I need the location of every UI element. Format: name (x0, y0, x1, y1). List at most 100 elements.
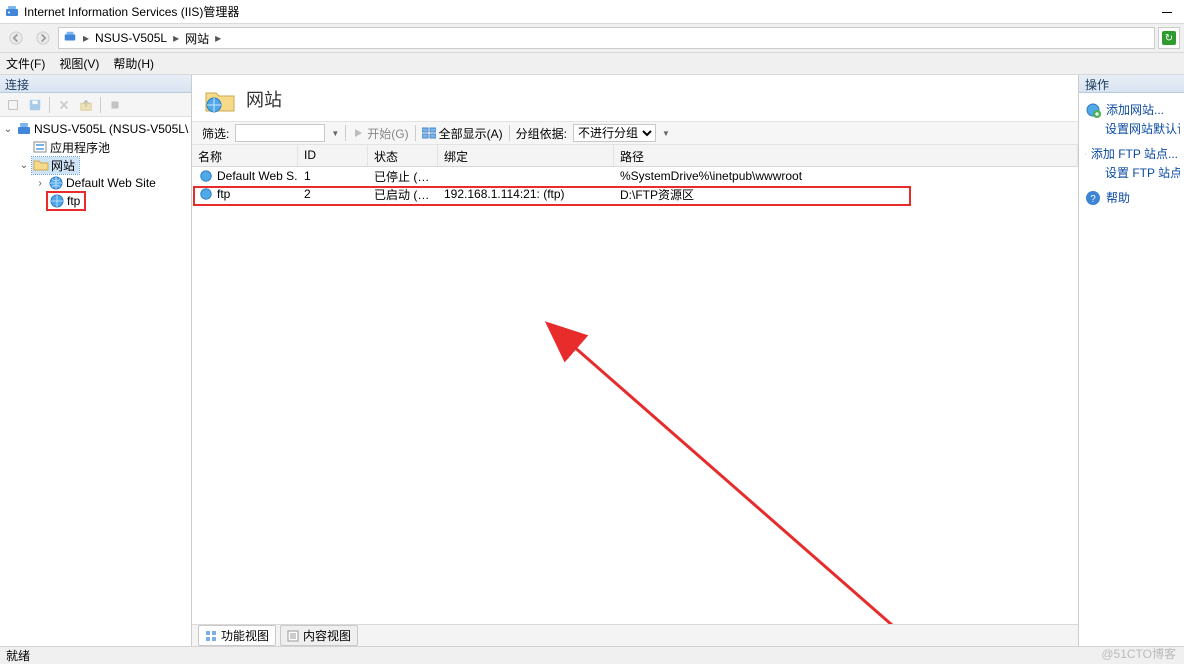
connections-tree[interactable]: ⌄ NSUS-V505L (NSUS-V505L\ 应用程序池 ⌄ (0, 117, 191, 646)
menu-bar: 文件(F) 视图(V) 帮助(H) (0, 53, 1184, 75)
cell-id: 1 (298, 169, 368, 183)
bottom-tabs: 功能视图 内容视图 (192, 624, 1078, 646)
action-add-ftp[interactable]: 添加 FTP 站点... (1083, 143, 1180, 164)
tree-sites-node[interactable]: ⌄ 网站 (0, 156, 191, 174)
breadcrumb-sep-icon: ▸ (83, 31, 89, 45)
address-bar[interactable]: ▸ NSUS-V505L ▸ 网站 ▸ (58, 27, 1155, 49)
cell-status: 已停止 (无) (368, 168, 438, 185)
grid-header: 名称 ID 状态 绑定 路径 (192, 145, 1078, 167)
tree-apppools-node[interactable]: 应用程序池 (0, 138, 191, 156)
actions-header: 操作 (1079, 75, 1184, 93)
cell-path: %SystemDrive%\inetpub\wwwroot (614, 169, 1078, 183)
col-binding[interactable]: 绑定 (438, 145, 614, 166)
folder-icon (33, 157, 49, 173)
dropdown-icon[interactable]: ▼ (331, 129, 339, 138)
page-title-row: 网站 (192, 75, 1078, 121)
window-minimize-button[interactable] (1150, 0, 1184, 24)
svg-text:?: ? (1090, 194, 1096, 205)
center-panel: 网站 筛选: ▼ 开始(G) 全部显示(A) 分组依据: 不进行分组 ▼ (192, 75, 1078, 646)
save-icon[interactable] (25, 95, 45, 115)
refresh-button[interactable]: ↻ (1158, 27, 1180, 49)
globe-icon (198, 168, 214, 184)
play-icon (352, 127, 364, 139)
globe-icon (198, 186, 214, 202)
features-icon (205, 630, 217, 642)
show-all-button[interactable]: 全部显示(A) (422, 125, 503, 142)
actions-panel: 操作 添加网站... 设置网站默认设置 添加 FTP 站点... 设置 FTP … (1078, 75, 1184, 646)
table-row[interactable]: ftp 2 已启动 (ftp) 192.168.1.114:21: (ftp) … (192, 185, 1078, 203)
col-id[interactable]: ID (298, 145, 368, 166)
tree-default-site-label: Default Web Site (66, 176, 156, 190)
col-name[interactable]: 名称 (192, 145, 298, 166)
title-bar: Internet Information Services (IIS)管理器 (0, 0, 1184, 24)
status-bar: 就绪 (0, 646, 1184, 664)
action-help[interactable]: ? 帮助 (1083, 187, 1180, 208)
action-add-site[interactable]: 添加网站... (1083, 99, 1180, 120)
start-button[interactable]: 开始(G) (352, 125, 408, 142)
apppool-icon (32, 139, 48, 155)
connections-toolbar (0, 93, 191, 117)
connect-icon[interactable] (3, 95, 23, 115)
tree-apppools-label: 应用程序池 (50, 139, 110, 156)
cell-status: 已启动 (ftp) (368, 186, 438, 203)
help-icon: ? (1085, 190, 1101, 206)
collapse-icon[interactable]: ⌄ (2, 124, 14, 135)
up-icon[interactable] (76, 95, 96, 115)
menu-view[interactable]: 视图(V) (59, 55, 99, 72)
cell-binding: 192.168.1.114:21: (ftp) (438, 187, 614, 201)
action-site-defaults[interactable]: 设置网站默认设置 (1083, 120, 1180, 137)
content-icon (287, 630, 299, 642)
status-text: 就绪 (6, 647, 30, 664)
globe-add-icon (1085, 102, 1101, 118)
filter-input[interactable] (235, 124, 325, 142)
showall-icon (422, 127, 436, 139)
globe-icon (49, 193, 65, 209)
cell-id: 2 (298, 187, 368, 201)
globe-icon (48, 175, 64, 191)
sites-grid[interactable]: 名称 ID 状态 绑定 路径 Default Web S... 1 已停止 (无… (192, 145, 1078, 624)
delete-icon[interactable] (54, 95, 74, 115)
table-row[interactable]: Default Web S... 1 已停止 (无) %SystemDrive%… (192, 167, 1078, 185)
iis-app-icon (4, 4, 20, 20)
cell-name: ftp (217, 187, 230, 201)
cell-name: Default Web S... (217, 169, 298, 183)
tree-ftp-label: ftp (67, 194, 80, 208)
col-status[interactable]: 状态 (368, 145, 438, 166)
breadcrumb-node[interactable]: 网站 (185, 30, 209, 47)
collapse-icon[interactable]: ⌄ (18, 160, 30, 171)
connections-header: 连接 (0, 75, 191, 93)
menu-file[interactable]: 文件(F) (6, 55, 45, 72)
annotation-arrow (192, 145, 1078, 624)
tree-default-site-node[interactable]: › Default Web Site (0, 174, 191, 192)
watermark: @51CTO博客 (1101, 645, 1176, 662)
col-path[interactable]: 路径 (614, 145, 1078, 166)
tab-features-view[interactable]: 功能视图 (198, 625, 276, 646)
menu-help[interactable]: 帮助(H) (113, 55, 154, 72)
tree-server-node[interactable]: ⌄ NSUS-V505L (NSUS-V505L\ (0, 120, 191, 138)
filter-bar: 筛选: ▼ 开始(G) 全部显示(A) 分组依据: 不进行分组 ▼ (192, 121, 1078, 145)
tab-content-view[interactable]: 内容视图 (280, 625, 358, 646)
filter-label: 筛选: (202, 125, 229, 142)
groupby-label: 分组依据: (516, 125, 567, 142)
action-ftp-defaults[interactable]: 设置 FTP 站点默认 (1083, 164, 1180, 181)
groupby-select[interactable]: 不进行分组 (573, 124, 656, 142)
forward-button[interactable] (31, 26, 55, 50)
page-title: 网站 (246, 86, 282, 112)
server-icon (16, 121, 32, 137)
connections-panel: 连接 ⌄ NSUS-V505L (NSUS-V505L\ (0, 75, 192, 646)
stop-tree-icon[interactable] (105, 95, 125, 115)
back-button[interactable] (4, 26, 28, 50)
tree-server-label: NSUS-V505L (NSUS-V505L\ (34, 122, 188, 136)
breadcrumb-sep-icon: ▸ (173, 31, 179, 45)
navigation-bar: ▸ NSUS-V505L ▸ 网站 ▸ ↻ (0, 24, 1184, 53)
tree-sites-label: 网站 (51, 157, 75, 174)
breadcrumb-sep-icon: ▸ (215, 31, 221, 45)
breadcrumb-server[interactable]: NSUS-V505L (95, 31, 167, 45)
expand-icon[interactable]: › (34, 178, 46, 189)
window-title: Internet Information Services (IIS)管理器 (24, 3, 239, 20)
tree-ftp-node[interactable]: ftp (0, 192, 191, 210)
globe-add-icon (1085, 146, 1086, 162)
cell-path: D:\FTP资源区 (614, 186, 1078, 203)
dropdown-icon[interactable]: ▼ (662, 129, 670, 138)
breadcrumb-home-icon (63, 30, 77, 47)
